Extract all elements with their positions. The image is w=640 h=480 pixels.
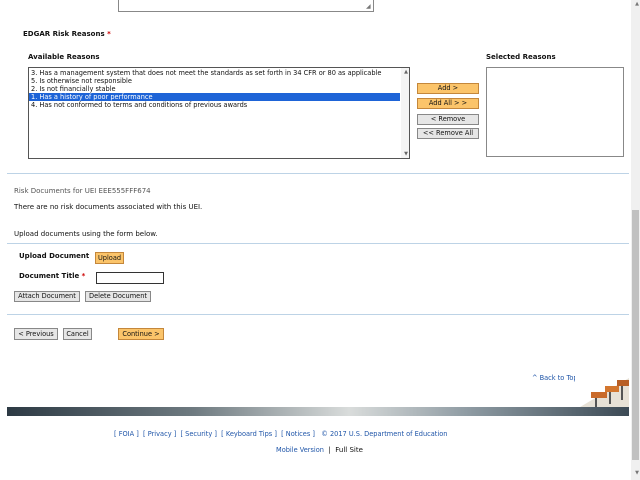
mobile-version-link[interactable]: Mobile Version (276, 446, 324, 454)
footer-link-security[interactable]: Security (185, 430, 212, 438)
section-divider (7, 173, 629, 174)
add-all-button[interactable]: Add All > > (417, 98, 479, 109)
add-button[interactable]: Add > (417, 83, 479, 94)
footer-links: [ FOIA ] [ Privacy ] [ Security ] [ Keyb… (114, 430, 448, 438)
attach-document-button[interactable]: Attach Document (14, 291, 80, 302)
document-title-label: Document Title * (19, 272, 86, 280)
footer-banner (7, 407, 629, 416)
footer-version: Mobile Version | Full Site (276, 446, 363, 454)
scroll-up-icon[interactable]: ▲ (404, 69, 408, 75)
footer-link-foia[interactable]: FOIA (119, 430, 134, 438)
comments-textarea[interactable]: ◢ (118, 0, 374, 12)
resize-grip-icon[interactable]: ◢ (366, 4, 372, 10)
page-scroll-down-icon[interactable]: ▼ (635, 470, 639, 476)
section-divider (7, 314, 629, 315)
footer-link-privacy[interactable]: Privacy (148, 430, 172, 438)
no-documents-message: There are no risk documents associated w… (14, 203, 203, 211)
list-scrollbar[interactable]: ▲ ▼ (401, 68, 409, 158)
copyright: © 2017 U.S. Department of Education (321, 430, 448, 438)
scroll-down-icon[interactable]: ▼ (404, 151, 408, 157)
full-site-label: Full Site (335, 446, 363, 454)
page-scroll-up-icon[interactable]: ▲ (635, 1, 639, 7)
available-reasons-label: Available Reasons (28, 53, 100, 61)
cancel-button[interactable]: Cancel (63, 328, 92, 340)
selected-reasons-list[interactable] (486, 67, 624, 157)
reason-option[interactable]: 5. Is otherwise not responsible (29, 77, 400, 85)
footer-link-notices[interactable]: Notices (286, 430, 311, 438)
page-scrollbar-thumb[interactable] (632, 210, 639, 460)
risk-documents-heading: Risk Documents for UEI EEE555FFF674 (14, 187, 151, 195)
footer-link-keyboard-tips[interactable]: Keyboard Tips (226, 430, 272, 438)
back-to-top-link[interactable]: ^ Back to Top (532, 374, 578, 382)
upload-instruction: Upload documents using the form below. (14, 230, 158, 238)
section-divider (7, 243, 629, 244)
continue-button[interactable]: Continue > (118, 328, 164, 340)
upload-document-label: Upload Document (19, 252, 90, 260)
upload-button[interactable]: Upload (95, 252, 124, 264)
reason-option[interactable]: 3. Has a management system that does not… (29, 69, 400, 77)
reason-option[interactable]: 2. Is not financially stable (29, 85, 400, 93)
remove-all-button[interactable]: << Remove All (417, 128, 479, 139)
previous-button[interactable]: < Previous (14, 328, 58, 340)
school-desks-image (575, 372, 629, 410)
risk-reasons-label: EDGAR Risk Reasons * (23, 30, 111, 38)
reason-option-selected[interactable]: 1. Has a history of poor performance (29, 93, 400, 101)
delete-document-button[interactable]: Delete Document (85, 291, 151, 302)
reason-option[interactable]: 4. Has not conformed to terms and condit… (29, 101, 400, 109)
available-reasons-list[interactable]: 3. Has a management system that does not… (28, 67, 410, 159)
selected-reasons-label: Selected Reasons (486, 53, 556, 61)
remove-button[interactable]: < Remove (417, 114, 479, 125)
document-title-input[interactable] (96, 272, 164, 284)
